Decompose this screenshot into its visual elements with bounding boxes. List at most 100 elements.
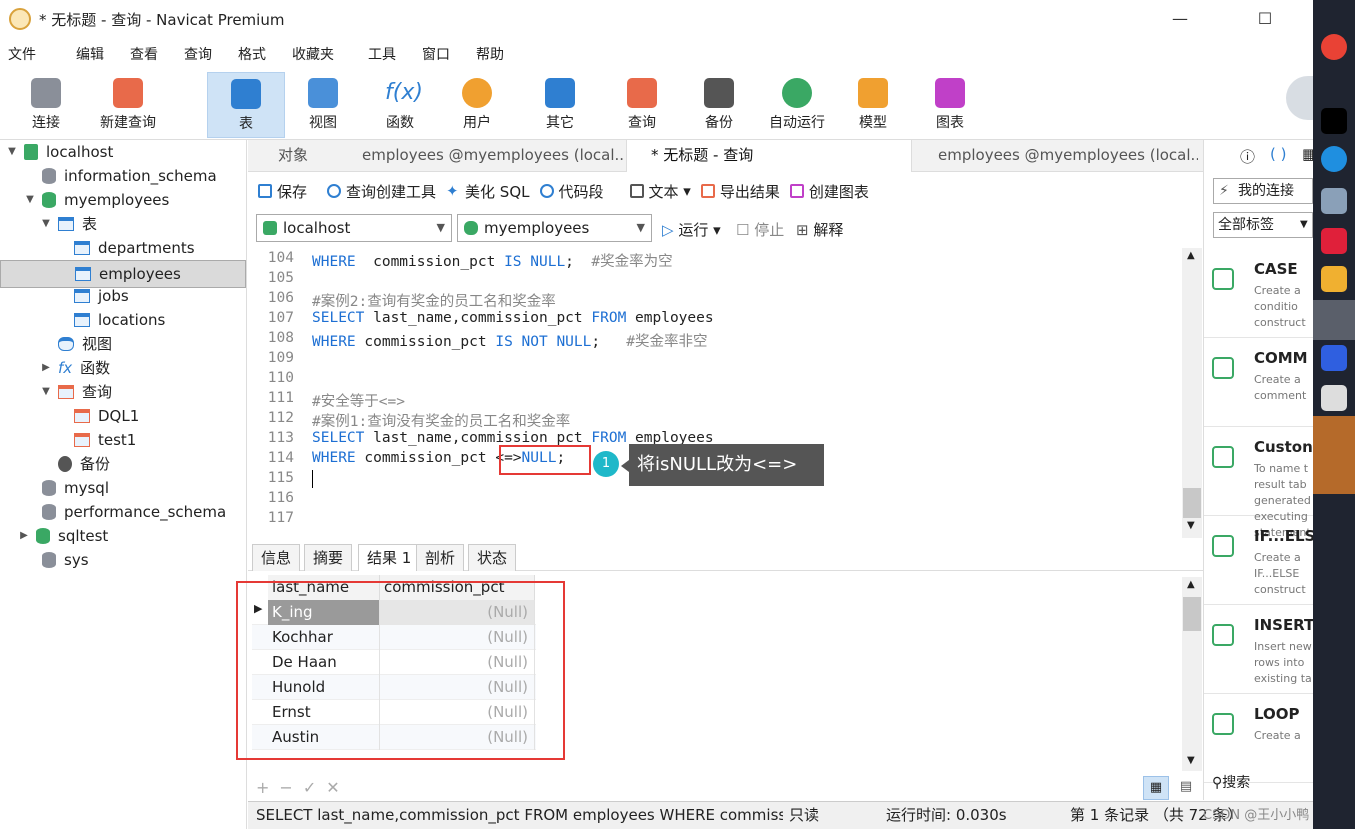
toolbar-query-button[interactable]: 查询	[612, 72, 672, 138]
minimize-button[interactable]: —	[1157, 0, 1203, 38]
tag-filter-select[interactable]: 全部标签 ▼	[1213, 212, 1313, 238]
snippet-item[interactable]: LOOP Create a	[1204, 695, 1313, 783]
toolbar-function-button[interactable]: f(x) 函数	[370, 72, 430, 138]
tab-info[interactable]: 信息	[252, 544, 301, 571]
qq-icon[interactable]	[1321, 108, 1347, 134]
export-result-button[interactable]: 导出结果	[700, 181, 780, 202]
beautify-sql-button[interactable]: ✦ 美化 SQL	[446, 181, 529, 202]
create-chart-button[interactable]: 创建图表	[789, 181, 869, 202]
tree-node-locations[interactable]: locations	[56, 308, 165, 332]
menu-edit[interactable]: 编辑	[68, 44, 120, 64]
stop-button[interactable]: ☐ 停止	[736, 219, 784, 240]
connection-filter-select[interactable]: ⚡ 我的连接	[1213, 178, 1313, 204]
delete-row-icon[interactable]: −	[279, 778, 302, 797]
toolbar-connect-button[interactable]: 连接	[20, 72, 72, 138]
tab-status[interactable]: 状态	[468, 544, 517, 571]
tab-objects[interactable]: 对象	[278, 140, 338, 172]
tree-node-sys[interactable]: sys	[24, 548, 89, 572]
query-builder-button[interactable]: 查询创建工具	[327, 181, 436, 202]
scroll-thumb[interactable]	[1183, 488, 1201, 518]
tree-node-tables[interactable]: ▼ 表	[40, 212, 97, 236]
snippet-search[interactable]: ⚲搜索	[1212, 772, 1250, 792]
sql-editor[interactable]: 104 WHERE commission_pct IS NULL; #奖金率为空 1…	[248, 248, 1202, 538]
expand-chevron-icon[interactable]: ▶	[40, 356, 52, 380]
tab-untitled-query[interactable]: * 无标题 - 查询	[626, 140, 912, 172]
grid-edit-controls[interactable]: +−✓✕	[256, 778, 350, 797]
snippet-item[interactable]: Custon To name t result tab generated exe…	[1204, 428, 1313, 539]
tree-node-mysql[interactable]: mysql	[24, 476, 109, 500]
toolbar-new-query-button[interactable]: 新建查询	[94, 72, 162, 138]
edge-icon[interactable]	[1321, 146, 1347, 172]
grid-view-icon[interactable]: ▦	[1143, 776, 1169, 800]
tab-employees-1[interactable]: employees @myemployees (local...	[340, 140, 623, 172]
network-icon[interactable]	[1321, 188, 1347, 214]
tree-node-localhost[interactable]: ▼ localhost	[6, 140, 113, 164]
tab-summary[interactable]: 摘要	[304, 544, 353, 571]
snippet-item[interactable]: IF...ELS Create a IF...ELSE construct	[1204, 517, 1313, 605]
connection-select[interactable]: localhost ▼	[256, 214, 452, 242]
collapse-chevron-icon[interactable]: ▼	[24, 188, 36, 212]
tree-node-dql1[interactable]: DQL1	[56, 404, 139, 428]
tab-profile[interactable]: 剖析	[416, 544, 465, 571]
tree-node-views[interactable]: 视图	[40, 332, 112, 356]
typora-icon[interactable]	[1321, 385, 1347, 411]
menu-help[interactable]: 帮助	[468, 44, 520, 64]
discard-icon[interactable]: ✕	[326, 778, 349, 797]
tree-node-backup[interactable]: 备份	[40, 452, 110, 476]
editor-scrollbar[interactable]: ▲ ▼	[1182, 248, 1202, 538]
tree-node-functions[interactable]: ▶ fx 函数	[40, 356, 110, 380]
menu-file[interactable]: 文件	[0, 44, 52, 64]
toolbar-view-button[interactable]: 视图	[293, 72, 353, 138]
info-icon[interactable]: ⓘ	[1240, 146, 1255, 167]
snippet-button[interactable]: 代码段	[539, 181, 604, 202]
tab-result-1[interactable]: 结果 1	[358, 544, 421, 571]
folder-icon[interactable]	[1321, 266, 1347, 292]
menu-view[interactable]: 查看	[122, 44, 174, 64]
toolbar-other-button[interactable]: 其它	[530, 72, 590, 138]
toolbar-table-button[interactable]: 表	[207, 72, 285, 138]
tree-node-test1[interactable]: test1	[56, 428, 136, 452]
tree-node-jobs[interactable]: jobs	[56, 284, 129, 308]
menu-favorites[interactable]: 收藏夹	[284, 44, 350, 64]
database-select[interactable]: myemployees ▼	[457, 214, 652, 242]
snippet-item[interactable]: CASE Create a conditio construct	[1204, 250, 1313, 338]
grid-scrollbar[interactable]: ▲ ▼	[1182, 577, 1202, 771]
menu-query[interactable]: 查询	[176, 44, 228, 64]
add-row-icon[interactable]: +	[256, 778, 279, 797]
toolbar-chart-button[interactable]: 图表	[920, 72, 980, 138]
scroll-up-icon[interactable]: ▲	[1187, 250, 1195, 261]
toolbar-backup-button[interactable]: 备份	[689, 72, 749, 138]
toolbar-model-button[interactable]: 模型	[843, 72, 903, 138]
tree-node-departments[interactable]: departments	[56, 236, 195, 260]
snippet-item[interactable]: COMM Create a comment	[1204, 339, 1313, 427]
tree-node-information-schema[interactable]: information_schema	[24, 164, 217, 188]
apply-icon[interactable]: ✓	[303, 778, 326, 797]
toolbar-autorun-button[interactable]: 自动运行	[762, 72, 832, 138]
menu-format[interactable]: 格式	[230, 44, 282, 64]
scroll-up-icon[interactable]: ▲	[1187, 579, 1195, 590]
scroll-down-icon[interactable]: ▼	[1187, 520, 1195, 531]
menu-window[interactable]: 窗口	[414, 44, 466, 64]
avatar[interactable]	[1286, 76, 1313, 120]
grid-icon[interactable]: ▦	[1302, 145, 1313, 163]
video-icon[interactable]	[1321, 345, 1347, 371]
navicat-task-icon[interactable]	[1313, 300, 1355, 340]
maximize-button[interactable]: ☐	[1242, 0, 1288, 38]
tree-node-performance-schema[interactable]: performance_schema	[24, 500, 226, 524]
expand-chevron-icon[interactable]: ▶	[18, 524, 30, 548]
tab-employees-2[interactable]: employees @myemployees (local...	[916, 140, 1198, 172]
menu-tools[interactable]: 工具	[360, 44, 412, 64]
scroll-thumb[interactable]	[1183, 597, 1201, 631]
toolbar-user-button[interactable]: 用户	[447, 72, 507, 138]
tree-node-sqltest[interactable]: ▶ sqltest	[18, 524, 108, 548]
collapse-chevron-icon[interactable]: ▼	[6, 140, 18, 164]
tree-node-myemployees[interactable]: ▼ myemployees	[24, 188, 169, 212]
collapse-chevron-icon[interactable]: ▼	[40, 212, 52, 236]
chrome-icon[interactable]	[1321, 34, 1347, 60]
xmind-icon[interactable]	[1321, 228, 1347, 254]
tree-node-queries[interactable]: ▼ 查询	[40, 380, 112, 404]
form-view-icon[interactable]: ▤	[1174, 776, 1198, 800]
save-button[interactable]: 保存	[258, 181, 307, 202]
run-button[interactable]: ▷ 运行 ▾	[662, 219, 721, 240]
scroll-down-icon[interactable]: ▼	[1187, 755, 1195, 766]
